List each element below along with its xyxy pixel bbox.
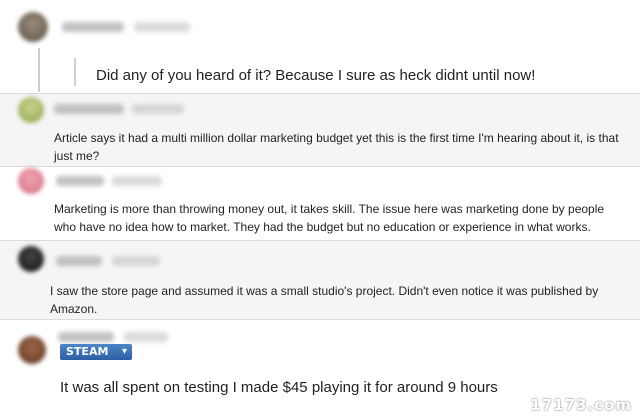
thread-line (38, 48, 40, 92)
comment-text-line: Marketing is more than throwing money ou… (54, 202, 605, 216)
timestamp-redacted (132, 104, 184, 114)
avatar[interactable] (18, 12, 48, 42)
username-redacted (56, 256, 102, 266)
comment-text-line: Amazon. (50, 302, 98, 316)
username-redacted (54, 104, 124, 114)
comment-text-line: just me? (54, 149, 100, 163)
comment-text: It was all spent on testing I made $45 p… (60, 379, 498, 396)
timestamp-redacted (112, 256, 160, 266)
avatar[interactable] (18, 168, 44, 194)
username-redacted (62, 22, 124, 32)
timestamp-redacted (112, 176, 162, 186)
watermark: 17173.com (530, 396, 632, 414)
username-redacted (58, 332, 114, 342)
divider (0, 166, 640, 167)
steam-badge-label: STEAM (66, 345, 109, 358)
timestamp-redacted (134, 22, 190, 32)
timestamp-redacted (124, 332, 168, 342)
comment-text-line: who have no idea how to market. They had… (54, 220, 591, 234)
avatar[interactable] (18, 246, 44, 272)
comment-text-line: Article says it had a multi million doll… (54, 131, 619, 145)
steam-badge: STEAM ▾ (60, 344, 132, 360)
chevron-down-icon: ▾ (121, 346, 127, 357)
avatar[interactable] (18, 97, 44, 123)
comment-text-line: I saw the store page and assumed it was … (50, 284, 599, 298)
quote-bar (74, 58, 76, 86)
username-redacted (56, 176, 104, 186)
avatar[interactable] (18, 336, 46, 364)
comment-text: Did any of you heard of it? Because I su… (96, 67, 536, 84)
divider (0, 319, 640, 320)
